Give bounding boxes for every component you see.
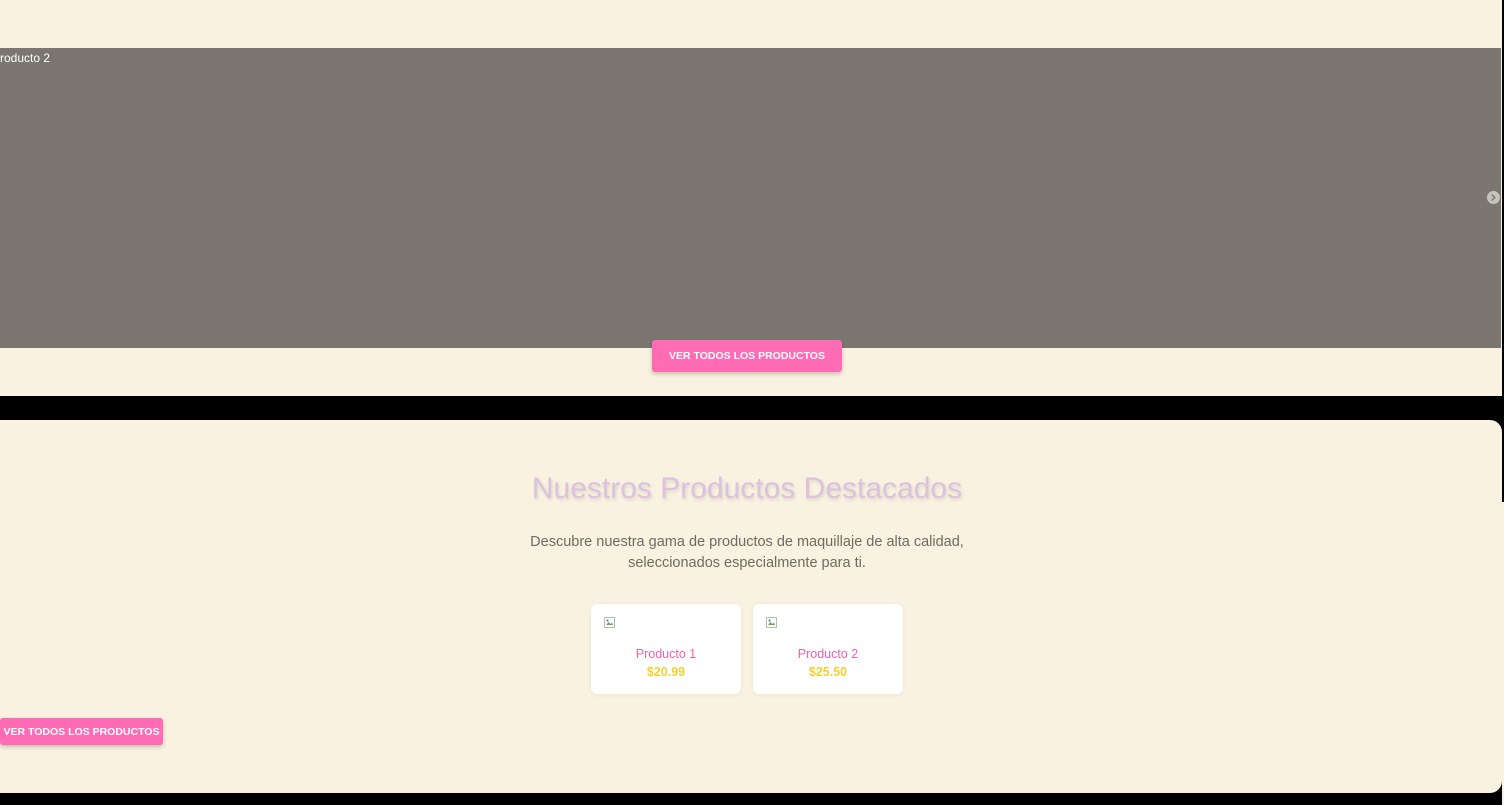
product-price: $25.50 bbox=[808, 665, 848, 679]
product-name: Producto 1 bbox=[635, 647, 697, 661]
carousel-slide-caption: roducto 2 bbox=[0, 51, 51, 65]
broken-image-icon bbox=[766, 617, 777, 628]
carousel-next-button[interactable] bbox=[1487, 191, 1500, 204]
product-card-2[interactable]: Producto 2 $25.50 bbox=[753, 604, 903, 694]
product-price: $20.99 bbox=[646, 665, 686, 679]
featured-description: Descubre nuestra gama de productos de ma… bbox=[530, 534, 964, 571]
view-all-products-button-secondary[interactable]: VER TODOS LOS PRODUCTOS bbox=[0, 718, 163, 745]
product-carousel[interactable]: roducto 2 bbox=[0, 48, 1501, 348]
featured-products-section: Nuestros Productos Destacados Descubre n… bbox=[0, 420, 1502, 793]
chevron-right-icon bbox=[1491, 194, 1496, 201]
featured-title: Nuestros Productos Destacados bbox=[531, 472, 963, 505]
page: roducto 2 VER TODOS LOS PRODUCTOS Nuestr… bbox=[0, 0, 1504, 805]
view-all-products-button[interactable]: VER TODOS LOS PRODUCTOS bbox=[652, 340, 842, 372]
broken-image-icon bbox=[604, 617, 615, 628]
hero-section: roducto 2 VER TODOS LOS PRODUCTOS bbox=[0, 0, 1502, 396]
product-card-1[interactable]: Producto 1 $20.99 bbox=[591, 604, 741, 694]
product-name: Producto 2 bbox=[797, 647, 859, 661]
